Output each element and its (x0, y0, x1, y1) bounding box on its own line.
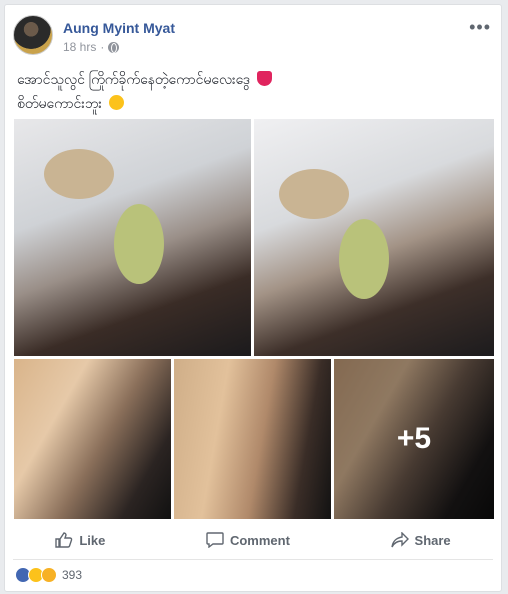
broken-heart-icon (256, 71, 272, 86)
post-meta: 18 hrs · (63, 40, 120, 54)
reactions-summary[interactable]: 393 (15, 567, 82, 583)
more-photos-count: +5 (396, 422, 432, 455)
post-time[interactable]: 18 hrs (63, 40, 96, 54)
post-text-line-2: စိတ်မကောင်းဘူး (17, 95, 102, 111)
photo-4[interactable] (174, 359, 331, 519)
share-label: Share (414, 532, 451, 548)
smile-emoji-icon (108, 95, 124, 110)
more-options-icon[interactable]: ••• (469, 17, 491, 38)
action-bar: Like Comment Share (5, 525, 501, 555)
share-button[interactable]: Share (390, 532, 451, 548)
like-button[interactable]: Like (55, 532, 105, 548)
photo-5[interactable]: +5 (334, 359, 494, 519)
photo-2[interactable] (254, 119, 494, 356)
like-label: Like (79, 532, 106, 548)
post-text-line-1: အောင်သူလွင် ကြိုက်ခိုက်နေတဲ့ကောင်မလေးဒွေ (17, 71, 251, 87)
author-name[interactable]: Aung Myint Myat (63, 20, 175, 36)
globe-icon (108, 41, 120, 53)
photo-3[interactable] (14, 359, 171, 519)
comment-button[interactable]: Comment (206, 532, 290, 548)
comment-icon (206, 532, 224, 548)
photo-grid: +5 (14, 119, 494, 519)
thumbs-up-icon (55, 532, 73, 548)
post-header: Aung Myint Myat 18 hrs · ••• (13, 13, 493, 59)
more-photos-overlay[interactable]: +5 (334, 359, 494, 519)
photo-1[interactable] (14, 119, 251, 356)
haha-reaction-icon (41, 567, 57, 583)
reaction-count[interactable]: 393 (62, 568, 82, 582)
author-avatar[interactable] (13, 15, 53, 55)
post-card: Aung Myint Myat 18 hrs · ••• အောင်သူလွင်… (4, 4, 502, 592)
share-icon (390, 532, 409, 548)
divider (13, 559, 493, 560)
post-text: အောင်သူလွင် ကြိုက်ခိုက်နေတဲ့ကောင်မလေးဒွေ… (17, 67, 272, 115)
comment-label: Comment (229, 532, 290, 548)
